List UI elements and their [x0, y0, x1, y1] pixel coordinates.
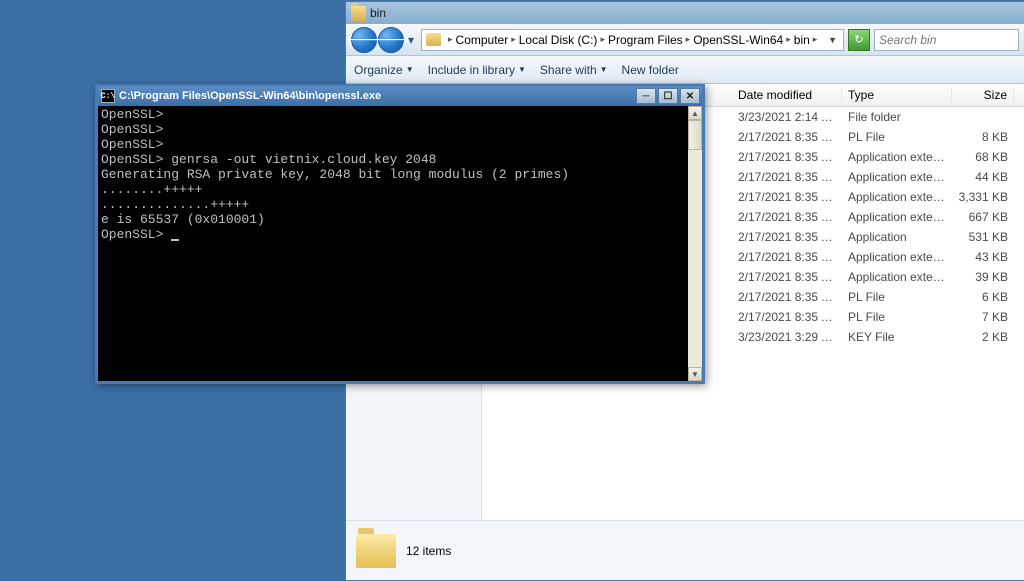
- cell-size: 3,331 KB: [952, 190, 1014, 204]
- minimize-button[interactable]: ─: [636, 88, 656, 104]
- cell-size: 667 KB: [952, 210, 1014, 224]
- console-titlebar[interactable]: C:\ C:\Program Files\OpenSSL-Win64\bin\o…: [98, 86, 702, 106]
- cell-size: 531 KB: [952, 230, 1014, 244]
- cmd-icon: C:\: [101, 89, 115, 103]
- cell-date: 2/17/2021 8:35 AM: [732, 190, 842, 204]
- cell-size: 2 KB: [952, 330, 1014, 344]
- cell-date: 2/17/2021 8:35 AM: [732, 150, 842, 164]
- breadcrumb-dropdown[interactable]: ▼: [828, 35, 837, 45]
- forward-button[interactable]: 🡒: [378, 27, 404, 53]
- status-bar: 12 items: [346, 520, 1024, 580]
- breadcrumb-item[interactable]: bin: [794, 33, 810, 47]
- cell-type: Application: [842, 230, 952, 244]
- status-text: 12 items: [406, 544, 451, 558]
- cell-type: KEY File: [842, 330, 952, 344]
- console-title: C:\Program Files\OpenSSL-Win64\bin\opens…: [119, 90, 636, 102]
- include-library-menu[interactable]: Include in library▼: [428, 63, 526, 77]
- col-date-modified[interactable]: Date modified: [732, 88, 842, 102]
- share-with-menu[interactable]: Share with▼: [540, 63, 608, 77]
- cell-type: Application extension: [842, 210, 952, 224]
- cell-date: 2/17/2021 8:35 AM: [732, 270, 842, 284]
- cell-date: 3/23/2021 3:29 AM: [732, 330, 842, 344]
- cell-type: PL File: [842, 310, 952, 324]
- col-size[interactable]: Size: [952, 88, 1014, 102]
- breadcrumb-item[interactable]: OpenSSL-Win64: [693, 33, 783, 47]
- cell-type: Application extension: [842, 270, 952, 284]
- explorer-title: bin: [370, 6, 386, 20]
- cell-type: Application extension: [842, 250, 952, 264]
- cell-date: 2/17/2021 8:35 AM: [732, 310, 842, 324]
- folder-icon: [356, 534, 396, 568]
- cell-size: 39 KB: [952, 270, 1014, 284]
- cell-date: 2/17/2021 8:35 AM: [732, 250, 842, 264]
- refresh-button[interactable]: ↻: [848, 29, 870, 51]
- cell-size: 68 KB: [952, 150, 1014, 164]
- breadcrumb-item[interactable]: Program Files: [608, 33, 683, 47]
- organize-menu[interactable]: Organize▼: [354, 63, 414, 77]
- cell-size: 43 KB: [952, 250, 1014, 264]
- scroll-down-button[interactable]: ▼: [688, 367, 702, 381]
- cell-size: 8 KB: [952, 130, 1014, 144]
- folder-icon: [351, 6, 366, 21]
- cell-date: 2/17/2021 8:35 AM: [732, 210, 842, 224]
- cell-type: PL File: [842, 290, 952, 304]
- cell-date: 2/17/2021 8:35 AM: [732, 290, 842, 304]
- cell-type: File folder: [842, 110, 952, 124]
- breadcrumb[interactable]: ▸ Computer ▸ Local Disk (C:) ▸ Program F…: [421, 29, 844, 51]
- cell-type: PL File: [842, 130, 952, 144]
- col-type[interactable]: Type: [842, 88, 952, 102]
- close-button[interactable]: ✕: [680, 88, 700, 104]
- scroll-up-button[interactable]: ▲: [688, 106, 702, 120]
- search-input[interactable]: [874, 29, 1019, 51]
- cell-date: 2/17/2021 8:35 AM: [732, 230, 842, 244]
- explorer-titlebar[interactable]: bin: [346, 2, 1024, 24]
- new-folder-button[interactable]: New folder: [622, 63, 679, 77]
- cell-size: 6 KB: [952, 290, 1014, 304]
- maximize-button[interactable]: ☐: [658, 88, 678, 104]
- folder-icon: [426, 33, 441, 46]
- cell-date: 3/23/2021 2:14 AM: [732, 110, 842, 124]
- scroll-track[interactable]: [688, 120, 702, 367]
- breadcrumb-item[interactable]: Computer: [456, 33, 509, 47]
- cell-date: 2/17/2021 8:35 AM: [732, 130, 842, 144]
- cell-type: Application extension: [842, 190, 952, 204]
- console-window: C:\ C:\Program Files\OpenSSL-Win64\bin\o…: [95, 84, 705, 384]
- cell-date: 2/17/2021 8:35 AM: [732, 170, 842, 184]
- nav-history-dropdown[interactable]: ▾: [405, 29, 417, 51]
- cell-type: Application extension: [842, 150, 952, 164]
- console-scrollbar[interactable]: ▲ ▼: [688, 106, 702, 381]
- explorer-toolbar: Organize▼ Include in library▼ Share with…: [346, 56, 1024, 84]
- breadcrumb-item[interactable]: Local Disk (C:): [519, 33, 598, 47]
- cell-size: 44 KB: [952, 170, 1014, 184]
- explorer-navbar: 🡐 🡒 ▾ ▸ Computer ▸ Local Disk (C:) ▸ Pro…: [346, 24, 1024, 56]
- cell-size: 7 KB: [952, 310, 1014, 324]
- scroll-thumb[interactable]: [688, 120, 702, 150]
- console-output[interactable]: OpenSSL> OpenSSL> OpenSSL> OpenSSL> genr…: [98, 106, 688, 381]
- cell-type: Application extension: [842, 170, 952, 184]
